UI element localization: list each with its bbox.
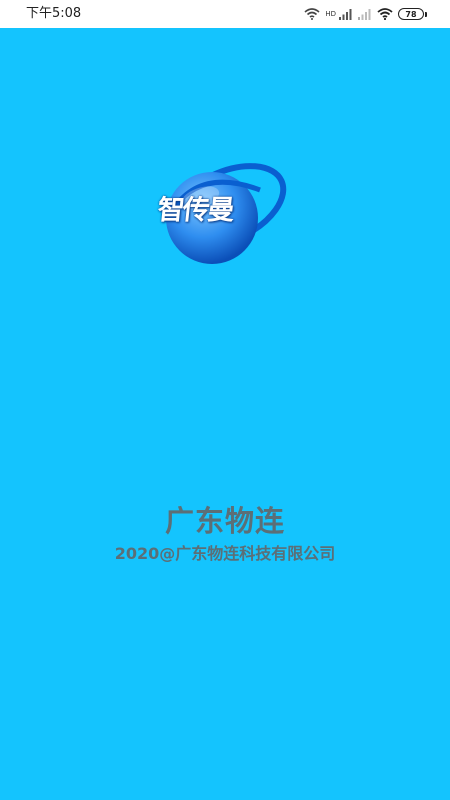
status-icons: HD 78 [304,7,427,21]
hd-label: HD [325,9,336,18]
logo-text: 智传曼 [156,195,235,226]
status-bar: 下午5:08 HD 78 [0,0,450,28]
battery-level: 78 [405,9,417,19]
splash-screen: 智传曼 广东物连 2020@广东物连科技有限公司 [0,28,450,800]
company-name: 广东物连 [164,504,285,538]
battery-icon: 78 [398,8,427,20]
copyright-text: 2020@广东物连科技有限公司 [114,544,336,563]
signal-empty-icon [358,9,371,20]
wifi-calling-icon [304,8,320,20]
wifi-icon [377,8,393,20]
status-time: 下午5:08 [26,6,82,21]
signal-icon [339,9,352,20]
